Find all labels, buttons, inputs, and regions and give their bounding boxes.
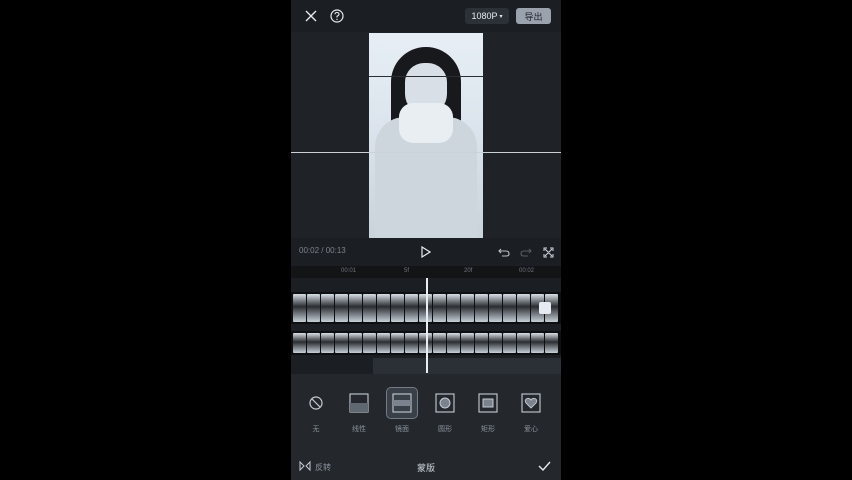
playback-controls: 00:02 / 00:13 [291,238,561,266]
clip-thumbnail [503,333,516,353]
clip-thumbnail [545,333,558,353]
play-icon[interactable] [419,245,433,259]
timeline-ruler[interactable]: 00:01 5f 20f 00:02 [291,266,561,278]
tick-label: 5f [404,268,410,274]
help-icon[interactable] [329,8,345,24]
clip-thumbnail [391,333,404,353]
clip-thumbnail [405,294,418,322]
clip-thumbnail [447,294,460,322]
panel-title: 蒙版 [416,463,435,473]
clip-thumbnail [391,294,404,322]
tick-label: 00:02 [519,268,535,274]
video-preview[interactable] [291,32,561,238]
top-bar: 1080P ▾ 导出 [291,0,561,32]
circle-mask-icon [430,388,460,418]
clip-thumbnail [475,294,488,322]
clip-thumbnail [475,333,488,353]
tick-label: 20f [464,268,473,274]
clip-thumbnail [321,333,334,353]
clip-thumbnail [307,333,320,353]
fullscreen-icon[interactable] [541,245,555,259]
clip-thumbnail [377,294,390,322]
mask-option-label: 镜面 [395,426,409,433]
mask-option-label: 矩形 [481,426,495,433]
close-icon[interactable] [303,8,319,24]
mask-option-mirror[interactable]: 镜面 [385,387,419,446]
clip-thumbnail [531,333,544,353]
clip-thumbnail [489,294,502,322]
export-button[interactable]: 导出 [516,8,551,24]
overlay-track[interactable] [373,358,561,374]
clip-thumbnail [517,294,530,322]
clip-thumbnail [363,333,376,353]
resolution-label: 1080P [471,11,498,21]
current-time: 00:02 [299,246,320,255]
none-icon [301,388,331,418]
clip-thumbnail [363,294,376,322]
mask-option-label: 圆形 [438,426,452,433]
clip-thumbnail [461,294,474,322]
rectangle-mask-icon [473,388,503,418]
tick-label: 00:01 [341,268,357,274]
mask-option-label: 线性 [352,426,366,433]
clip-thumbnail [503,294,516,322]
clip-thumbnail [349,333,362,353]
clip-thumbnail [335,294,348,322]
clip-thumbnail [405,333,418,353]
undo-icon[interactable] [497,245,511,259]
clip-thumbnail [293,294,306,322]
mask-option-linear[interactable]: 线性 [342,388,376,446]
clip-thumbnail [433,333,446,353]
mask-center-line[interactable] [291,152,561,153]
heart-mask-icon [516,388,546,418]
clip-thumbnail [321,294,334,322]
mask-option-none[interactable]: 无 [299,388,333,446]
clip-thumbnail [489,333,502,353]
confirm-check-icon[interactable] [537,459,551,473]
clip-thumbnail [377,333,390,353]
redo-icon[interactable] [519,245,533,259]
clip-thumbnail [349,294,362,322]
editor-screen: 1080P ▾ 导出 00:02 / 00:13 00:01 5f 20f 00… [291,0,561,480]
mask-option-label: 无 [312,426,320,433]
time-display: 00:02 / 00:13 [299,246,346,255]
time-separator: / [321,246,324,255]
clip-thumbnail [461,333,474,353]
transition-icon[interactable] [539,302,551,314]
bottom-bar: 反转 蒙版 [291,452,561,480]
playhead[interactable] [426,278,428,373]
clip-thumbnail [307,294,320,322]
mask-option-label: 爱心 [524,426,538,433]
mask-option-heart[interactable]: 爱心 [514,388,548,446]
caret-down-icon: ▾ [499,13,503,20]
resolution-selector[interactable]: 1080P ▾ [465,8,509,24]
linear-mask-icon [344,388,374,418]
total-time: 00:13 [325,246,346,255]
clip-thumbnail [335,333,348,353]
preview-frame [369,33,483,238]
mask-line-top[interactable] [369,76,483,77]
clip-thumbnail [293,333,306,353]
clip-thumbnail [433,294,446,322]
clip-thumbnail [447,333,460,353]
mask-option-circle[interactable]: 圆形 [428,388,462,446]
mirror-mask-icon [386,387,418,419]
clip-thumbnail [517,333,530,353]
mask-option-rectangle[interactable]: 矩形 [471,388,505,446]
